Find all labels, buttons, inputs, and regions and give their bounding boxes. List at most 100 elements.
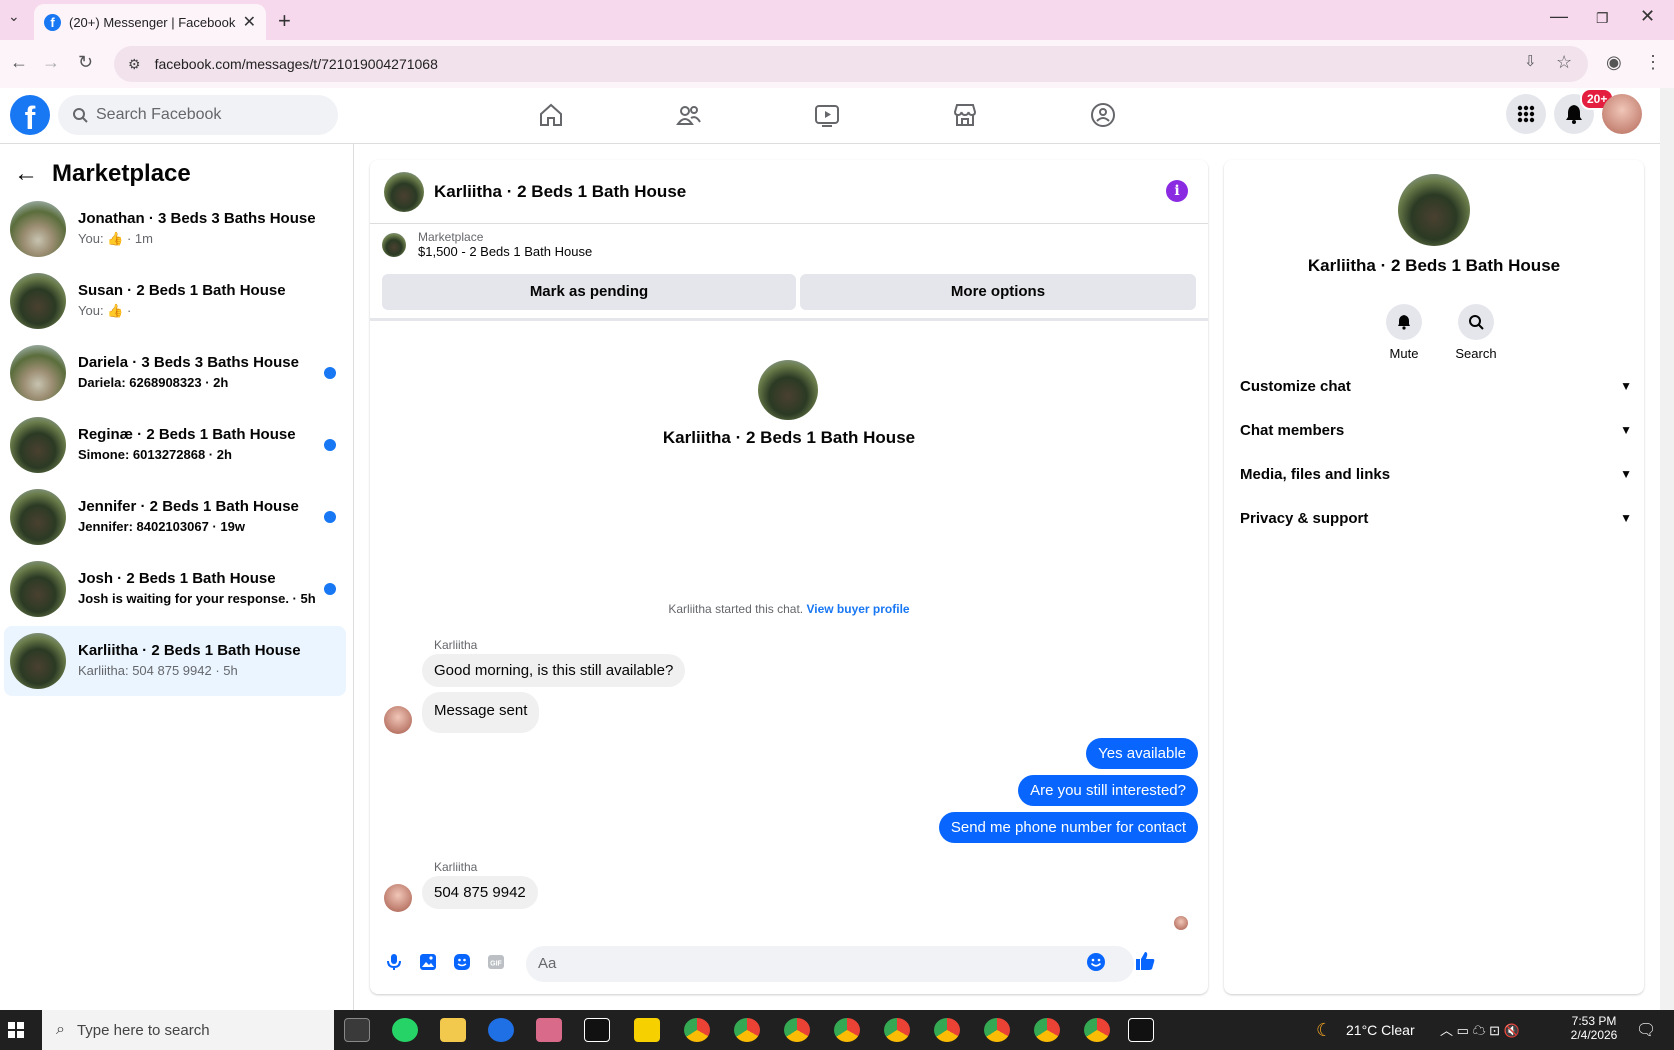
friends-icon[interactable] [676, 102, 702, 128]
conversation-item[interactable]: Reginæ · 2 Beds 1 Bath House Simone: 6013… [4, 410, 346, 480]
chrome-icon[interactable] [1034, 1018, 1060, 1042]
info-name: Karliitha · 2 Beds 1 Bath House [1307, 256, 1561, 275]
photo-icon[interactable] [418, 952, 438, 972]
outgoing-message[interactable]: Yes available [1086, 738, 1198, 769]
chrome-icon[interactable] [834, 1018, 860, 1042]
conversation-item[interactable]: Jonathan · 3 Beds 3 Baths House You: 👍 · … [4, 194, 346, 264]
groups-icon[interactable] [1090, 102, 1116, 128]
mark-as-pending-button[interactable]: Mark as pending [382, 274, 796, 310]
app-icon[interactable] [536, 1018, 562, 1042]
taskbar-search[interactable]: ⌕ Type here to search [42, 1010, 334, 1050]
capcut-icon[interactable] [584, 1018, 610, 1042]
outgoing-message[interactable]: Are you still interested? [1018, 775, 1198, 806]
video-icon[interactable] [814, 102, 840, 128]
sticker-icon[interactable] [452, 952, 472, 972]
conversation-item[interactable]: Karliitha · 2 Beds 1 Bath House Karliitha… [4, 626, 346, 696]
task-view-icon[interactable] [344, 1018, 370, 1042]
browser-tab[interactable]: f (20+) Messenger | Facebook ✕ [34, 4, 266, 40]
marketplace-icon[interactable] [952, 102, 978, 128]
tab-close-icon[interactable]: ✕ [243, 12, 256, 32]
back-icon[interactable]: ← [10, 52, 28, 73]
microphone-icon[interactable] [384, 952, 404, 972]
thumbs-up-icon[interactable] [1134, 950, 1156, 972]
info-avatar[interactable] [1398, 174, 1470, 246]
conversation-thumbnail [10, 201, 66, 257]
window-close-icon[interactable]: ✕ [1640, 6, 1655, 27]
chrome-icon[interactable] [684, 1018, 710, 1042]
app-icon[interactable] [488, 1018, 514, 1042]
sender-name: Karliitha [434, 860, 478, 874]
message-input[interactable]: Aa [526, 946, 1134, 982]
bookmark-star-icon[interactable]: ☆ [1556, 52, 1572, 73]
taskbar-search-placeholder: Type here to search [76, 1021, 210, 1039]
chrome-icon[interactable] [934, 1018, 960, 1042]
conversation-item[interactable]: Dariela · 3 Beds 3 Baths House Dariela: 6… [4, 338, 346, 408]
listing-row[interactable]: Marketplace $1,500 - 2 Beds 1 Bath House [382, 230, 592, 259]
reload-icon[interactable]: ↻ [78, 52, 93, 73]
listing-thumbnail [382, 232, 406, 257]
outgoing-message[interactable]: Send me phone number for contact [938, 812, 1198, 843]
incoming-message[interactable]: 504 875 9942 [422, 876, 538, 909]
search-in-chat-button[interactable]: Search [1446, 304, 1506, 361]
mute-button[interactable]: Mute [1374, 304, 1434, 361]
back-arrow-icon[interactable]: ← [14, 160, 38, 188]
minimize-icon[interactable]: — [1550, 6, 1568, 27]
unread-dot [324, 511, 336, 523]
capcut-icon[interactable] [1128, 1018, 1154, 1042]
incoming-message[interactable]: Message sent [422, 692, 540, 733]
info-section-row[interactable]: Privacy & support ▼ [1240, 498, 1632, 538]
facebook-favicon-icon: f [44, 13, 61, 31]
home-icon[interactable] [538, 102, 564, 128]
weather-text[interactable]: 21°C Clear [1346, 1022, 1415, 1038]
menu-grid-button[interactable] [1506, 94, 1546, 134]
emoji-icon[interactable] [1086, 952, 1106, 972]
chrome-icon[interactable] [784, 1018, 810, 1042]
profile-icon[interactable]: ◉ [1606, 52, 1622, 73]
conversation-item[interactable]: Josh · 2 Beds 1 Bath House Josh is waitin… [4, 554, 346, 624]
sender-avatar[interactable] [384, 706, 412, 734]
sender-avatar[interactable] [384, 884, 412, 912]
info-section-row[interactable]: Media, files and links ▼ [1240, 454, 1632, 494]
info-section-row[interactable]: Customize chat ▼ [1240, 366, 1632, 406]
view-buyer-profile-link[interactable]: View buyer profile [806, 602, 909, 616]
started-text: Karliitha started this chat. [668, 602, 804, 616]
incoming-message[interactable]: Good morning, is this still available? [422, 654, 686, 687]
page-scrollbar[interactable] [1660, 88, 1674, 1010]
sticky-notes-icon[interactable] [634, 1018, 660, 1042]
new-tab-icon[interactable]: + [278, 8, 291, 34]
account-avatar[interactable] [1602, 94, 1642, 134]
url-field[interactable]: ⚙ facebook.com/messages/t/72101900427106… [114, 46, 1588, 82]
chrome-icon[interactable] [734, 1018, 760, 1042]
info-section-row[interactable]: Chat members ▼ [1240, 410, 1632, 450]
facebook-logo[interactable]: f [10, 95, 50, 136]
conversation-item[interactable]: Susan · 2 Beds 1 Bath House You: 👍 · [4, 266, 346, 336]
conversation-item[interactable]: Jennifer · 2 Beds 1 Bath House Jennifer: … [4, 482, 346, 552]
whatsapp-icon[interactable] [392, 1018, 418, 1042]
chrome-icon[interactable] [1084, 1018, 1110, 1042]
maximize-icon[interactable]: ❐ [1596, 10, 1609, 27]
search-icon [1458, 304, 1494, 340]
browser-tab-strip: ⌄ f (20+) Messenger | Facebook ✕ + — ❐ ✕ [0, 0, 1674, 40]
conversation-title: Josh · 2 Beds 1 Bath House [78, 570, 276, 587]
more-options-button[interactable]: More options [800, 274, 1196, 310]
info-icon[interactable]: i [1166, 180, 1188, 202]
chevron-down-icon: ▼ [1620, 379, 1632, 393]
windows-start-icon[interactable] [8, 1022, 24, 1038]
browser-menu-icon[interactable]: ⋮ [1644, 52, 1662, 73]
chrome-icon[interactable] [984, 1018, 1010, 1042]
file-explorer-icon[interactable] [440, 1018, 466, 1042]
facebook-search-input[interactable]: Search Facebook [58, 95, 338, 135]
chat-header[interactable]: Karliitha · 2 Beds 1 Bath House i [370, 160, 1208, 224]
chrome-icon[interactable] [884, 1018, 910, 1042]
tab-search-chevron-icon[interactable]: ⌄ [8, 8, 20, 25]
site-settings-icon[interactable]: ⚙ [128, 56, 141, 73]
address-bar-row: ← → ↻ ⚙ facebook.com/messages/t/72101900… [0, 40, 1674, 88]
install-app-icon[interactable]: ⇩ [1524, 52, 1537, 70]
forward-icon[interactable]: → [42, 52, 60, 73]
gif-icon[interactable]: GIF [486, 952, 506, 972]
system-tray-icons[interactable]: ︿ ▭ ☁ ⊡ 🔇 [1440, 1020, 1520, 1039]
clock[interactable]: 7:53 PM 2/4/2026 [1564, 1014, 1624, 1042]
conversation-snippet: You: 👍 · 1m [78, 231, 153, 246]
notification-center-icon[interactable]: 🗨 [1636, 1020, 1656, 1040]
windows-taskbar: ⌕ Type here to search ☾ 21°C Clear ︿ ▭ ☁… [0, 1010, 1674, 1050]
